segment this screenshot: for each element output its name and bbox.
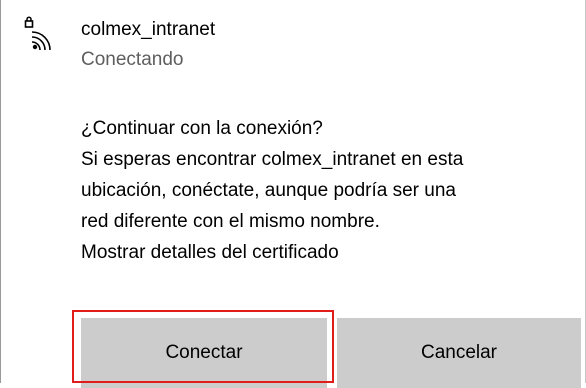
network-name: colmex_intranet — [81, 19, 216, 40]
wifi-secured-icon — [23, 16, 63, 54]
show-certificate-details-text: Mostrar detalles del certificado — [81, 242, 339, 263]
message-line: Si esperas encontrar colmex_intranet en … — [81, 149, 464, 170]
network-status: Conectando — [81, 49, 184, 70]
wifi-connection-panel: colmex_intranet Conectando ¿Continuar co… — [0, 0, 586, 388]
cancel-button[interactable]: Cancelar — [337, 318, 581, 388]
connection-message: ¿Continuar con la conexión? Si esperas e… — [81, 113, 571, 268]
message-question: ¿Continuar con la conexión? — [81, 118, 323, 139]
message-line: red diferente con el mismo nombre. — [81, 211, 380, 232]
connect-button[interactable]: Conectar — [81, 318, 327, 388]
message-line: ubicación, conéctate, aunque podría ser … — [81, 180, 456, 201]
